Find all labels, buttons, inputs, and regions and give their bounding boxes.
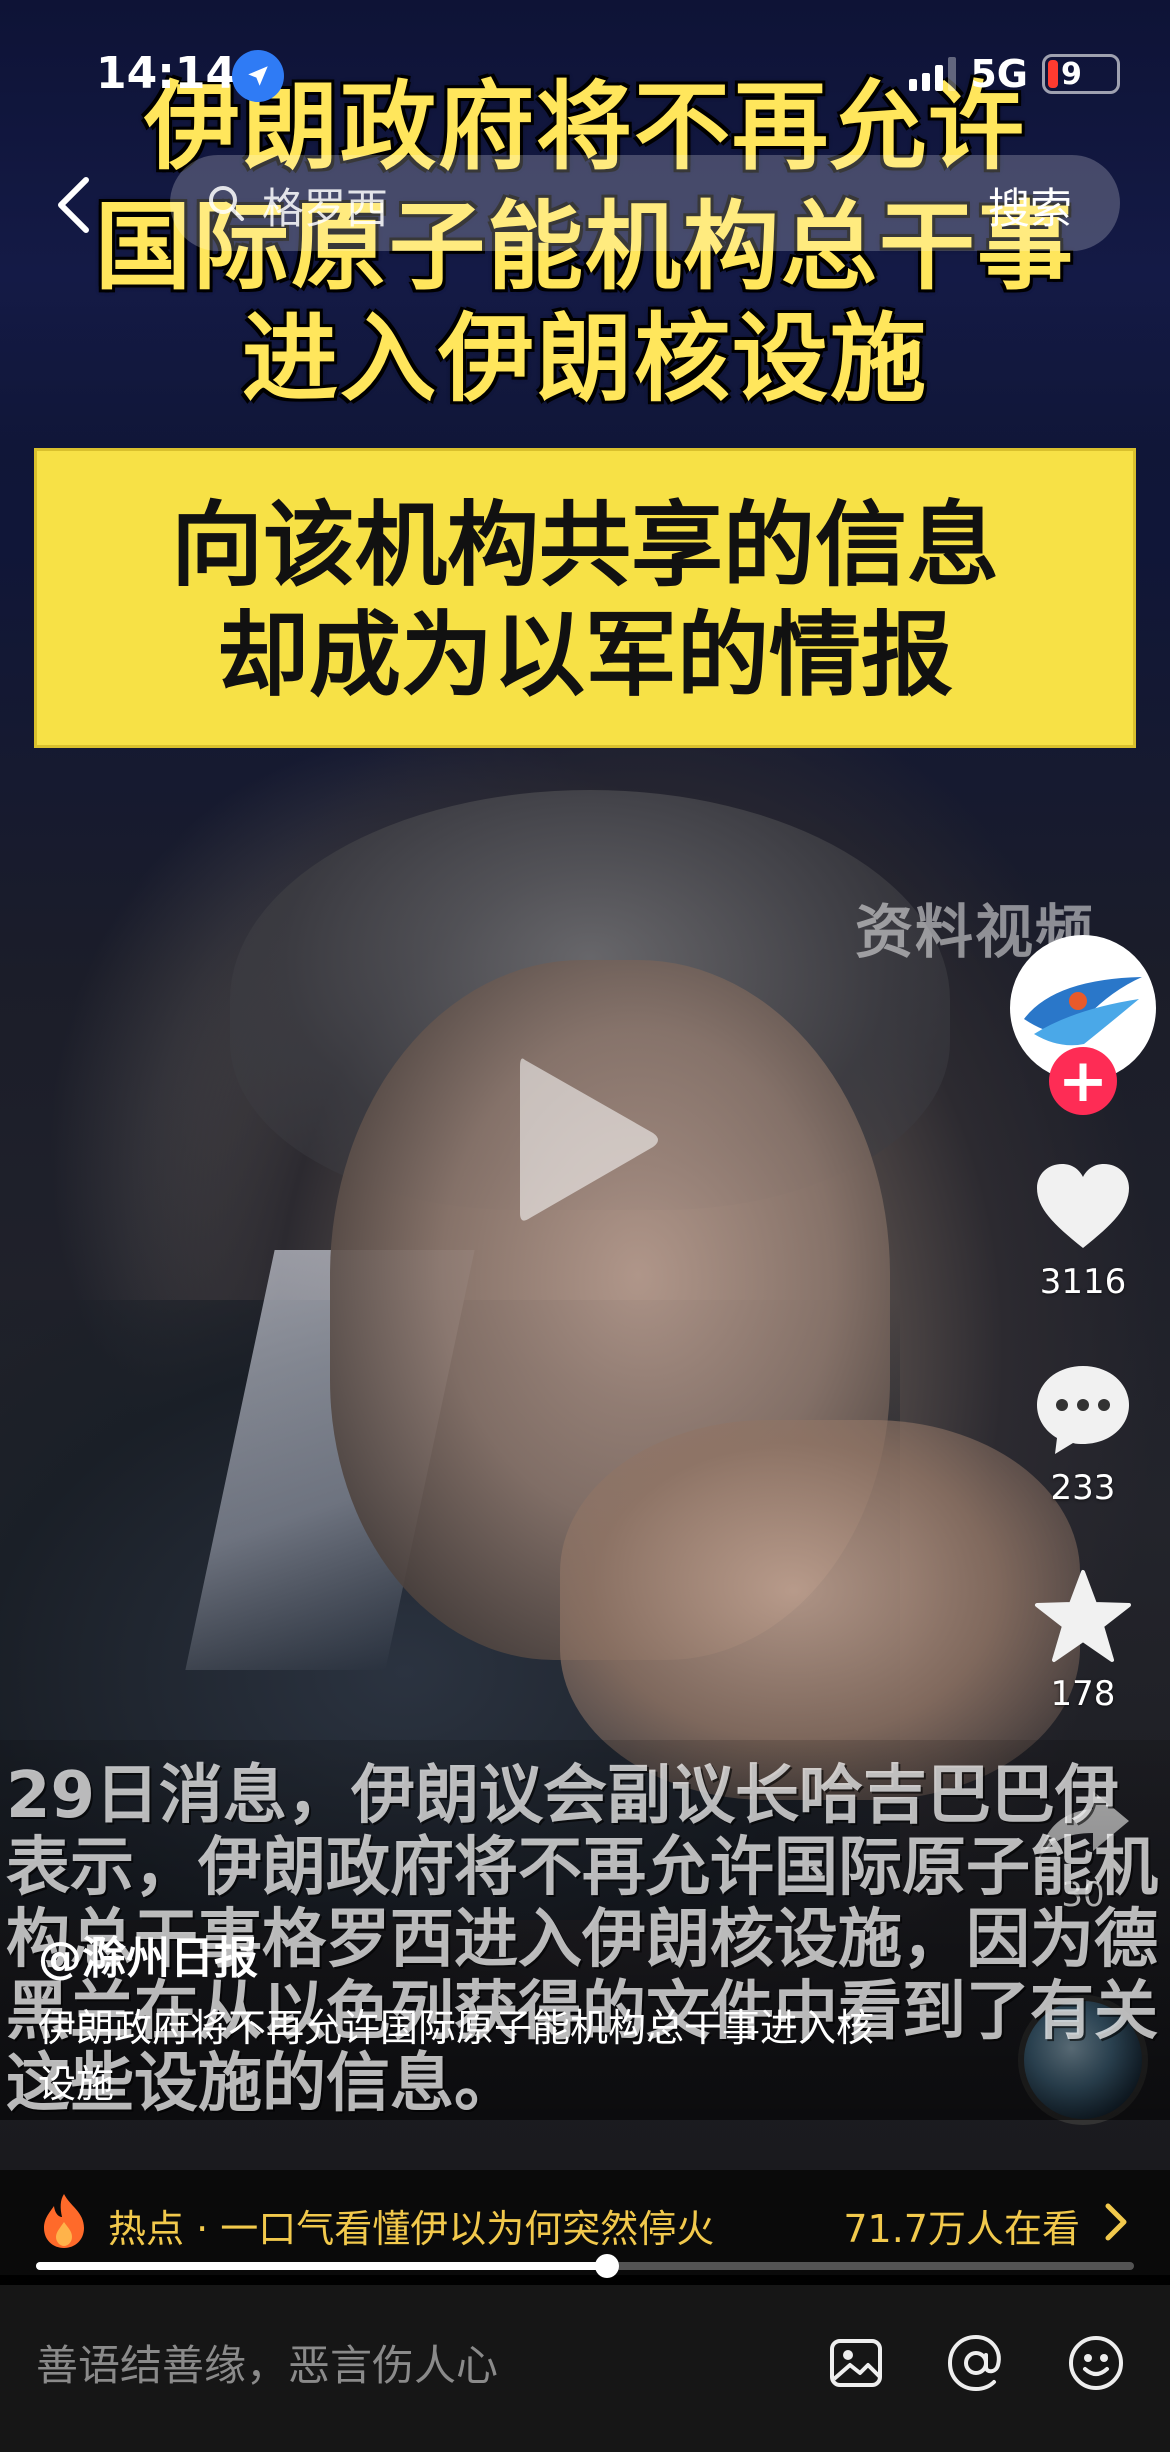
comment-input-bar (0, 2285, 1170, 2452)
video-progress-bar[interactable] (36, 2254, 1134, 2278)
search-bar[interactable]: 格罗西 搜索 (170, 155, 1120, 251)
hot-topic-viewers: 71.7万人在看 (843, 2207, 1080, 2251)
status-indicators: 5G 9 (909, 52, 1120, 96)
search-query[interactable]: 格罗西 (262, 175, 388, 236)
video-subheadline-line-1: 向该机构共享的信息 (170, 492, 999, 599)
star-icon (1035, 1570, 1131, 1662)
like-count: 3116 (1039, 1262, 1127, 1302)
video-headline-line-3: 进入伊朗核设施 (242, 303, 928, 415)
network-type: 5G (970, 52, 1028, 96)
like-button[interactable]: 3116 (1020, 1160, 1146, 1302)
emoji-icon[interactable] (1066, 2333, 1126, 2393)
author-name[interactable]: @滁州日报 (38, 1922, 258, 1986)
comment-input[interactable] (36, 2325, 796, 2405)
cellular-signal-icon (909, 57, 957, 91)
play-icon[interactable] (505, 1045, 665, 1235)
fire-icon (44, 2194, 84, 2248)
hot-topic-label: 热点 · 一口气看懂伊以为何突然停火 (108, 2207, 715, 2251)
mention-icon[interactable] (946, 2333, 1006, 2393)
comment-count: 233 (1050, 1468, 1116, 1508)
heart-icon (1037, 1164, 1129, 1248)
comment-bubble-icon (1037, 1366, 1129, 1454)
favorite-count: 178 (1050, 1674, 1116, 1714)
search-button[interactable]: 搜索 (988, 175, 1072, 236)
hot-topic-bar[interactable]: 热点 · 一口气看懂伊以为何突然停火 71.7万人在看 (0, 2170, 1170, 2275)
chevron-right-icon (1105, 2203, 1127, 2241)
search-icon (209, 186, 244, 221)
favorite-button[interactable]: 178 (1020, 1568, 1146, 1714)
location-arrow-icon (232, 50, 284, 102)
chevron-left-icon (58, 177, 89, 233)
comment-button[interactable]: 233 (1020, 1362, 1146, 1508)
battery-level: 9 (1061, 56, 1082, 92)
battery-icon: 9 (1042, 54, 1120, 94)
post-caption[interactable]: 伊朗政府将不再允许国际原子能机构总干事进入核设施 (38, 2000, 878, 2112)
status-time: 14:14 (96, 48, 237, 99)
back-button[interactable] (46, 170, 106, 240)
video-subheadline-box: 向该机构共享的信息 却成为以军的情报 (34, 448, 1136, 748)
video-progress-fill (36, 2262, 607, 2270)
video-progress-handle[interactable] (594, 2254, 619, 2278)
follow-button[interactable]: + (1049, 1047, 1117, 1115)
video-subheadline-line-2: 却成为以军的情报 (216, 602, 953, 709)
image-picker-icon[interactable] (826, 2333, 886, 2393)
